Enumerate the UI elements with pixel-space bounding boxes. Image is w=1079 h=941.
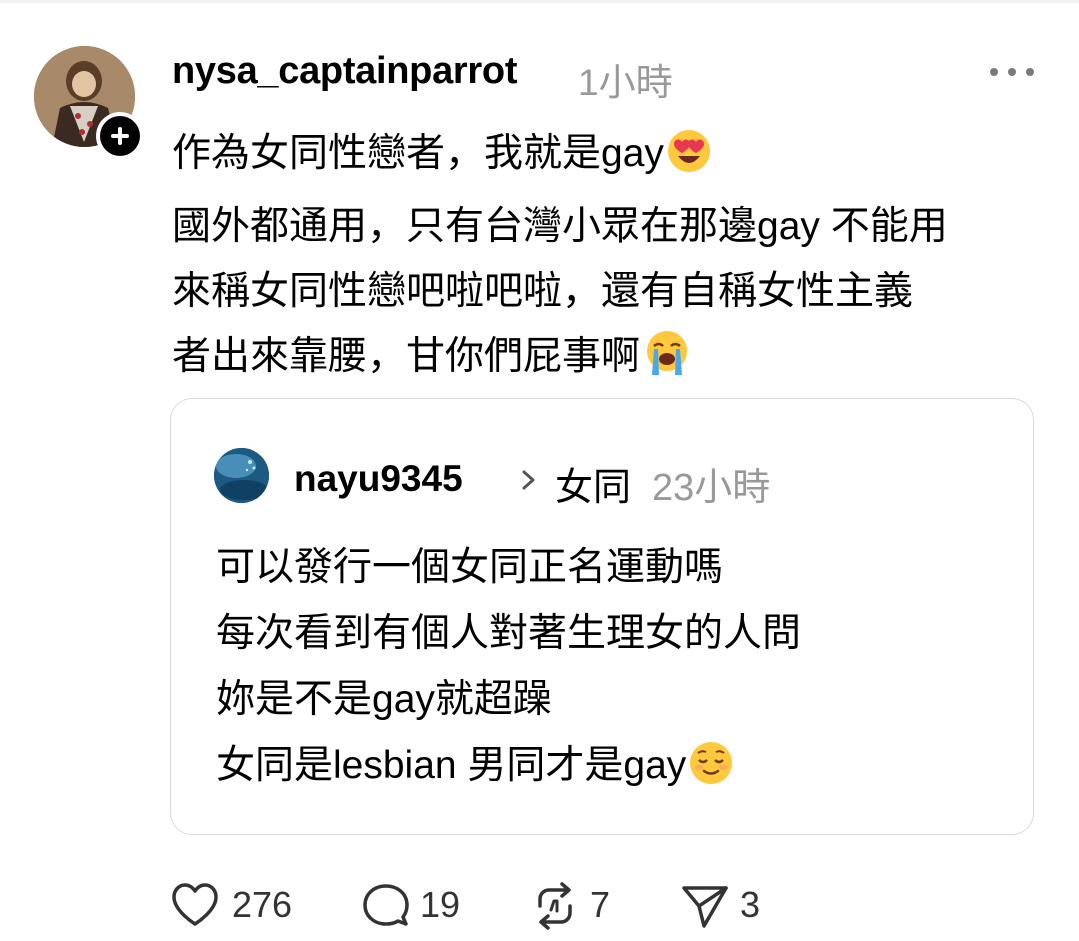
more-options-icon[interactable] <box>990 68 1036 78</box>
repost-icon <box>538 882 572 930</box>
action-bar: 276 19 7 3 <box>0 876 1079 936</box>
heart-icon <box>172 883 218 926</box>
heart-eyes-emoji <box>666 128 712 194</box>
quoted-author-avatar[interactable] <box>214 448 269 503</box>
follow-button[interactable] <box>96 112 144 160</box>
quoted-topic-tag[interactable]: 女同 <box>555 456 631 511</box>
quoted-line: 妳是不是gay就超躁 <box>216 678 552 721</box>
comment-icon <box>363 884 409 926</box>
repost-button[interactable]: 7 <box>530 876 620 934</box>
relieved-emoji <box>688 740 734 807</box>
like-button[interactable]: 276 <box>170 876 295 934</box>
quoted-line: 女同是lesbian 男同才是gay <box>216 733 801 807</box>
quoted-post-time: 23小時 <box>652 467 771 509</box>
share-count: 3 <box>740 884 761 925</box>
quoted-line: 每次看到有個人對著生理女的人問 <box>216 612 802 655</box>
author-username[interactable]: nysa_captainparrot <box>172 50 517 93</box>
reply-count: 19 <box>420 884 461 925</box>
quoted-line: 可以發行一個女同正名運動嗎 <box>216 546 724 589</box>
post-line: 作為女同性戀者，我就是gay <box>172 121 1052 194</box>
post-line: 國外都通用，只有台灣小眾在那邊gay 不能用 <box>172 205 948 248</box>
post-text: 作為女同性戀者，我就是gay 國外都通用，只有台灣小眾在那邊gay 不能用 來稱… <box>172 121 1052 397</box>
quoted-post-text: 可以發行一個女同正名運動嗎 每次看到有個人對著生理女的人問 妳是不是gay就超躁… <box>216 535 801 807</box>
chevron-right-icon <box>519 469 539 491</box>
plus-icon <box>100 116 140 156</box>
send-icon <box>682 886 728 928</box>
repost-count: 7 <box>590 884 611 925</box>
post-line: 者出來靠腰，甘你們屁事啊 <box>172 324 1052 397</box>
post-line: 來稱女同性戀吧啦吧啦，還有自稱女性主義 <box>172 270 914 313</box>
quoted-author-username[interactable]: nayu9345 <box>294 458 463 500</box>
share-button[interactable]: 3 <box>680 876 765 934</box>
top-divider <box>0 0 1079 3</box>
post-time: 1小時 <box>578 62 673 103</box>
reply-button[interactable]: 19 <box>362 876 467 934</box>
like-count: 276 <box>232 884 293 925</box>
loudly-crying-emoji <box>642 329 692 397</box>
